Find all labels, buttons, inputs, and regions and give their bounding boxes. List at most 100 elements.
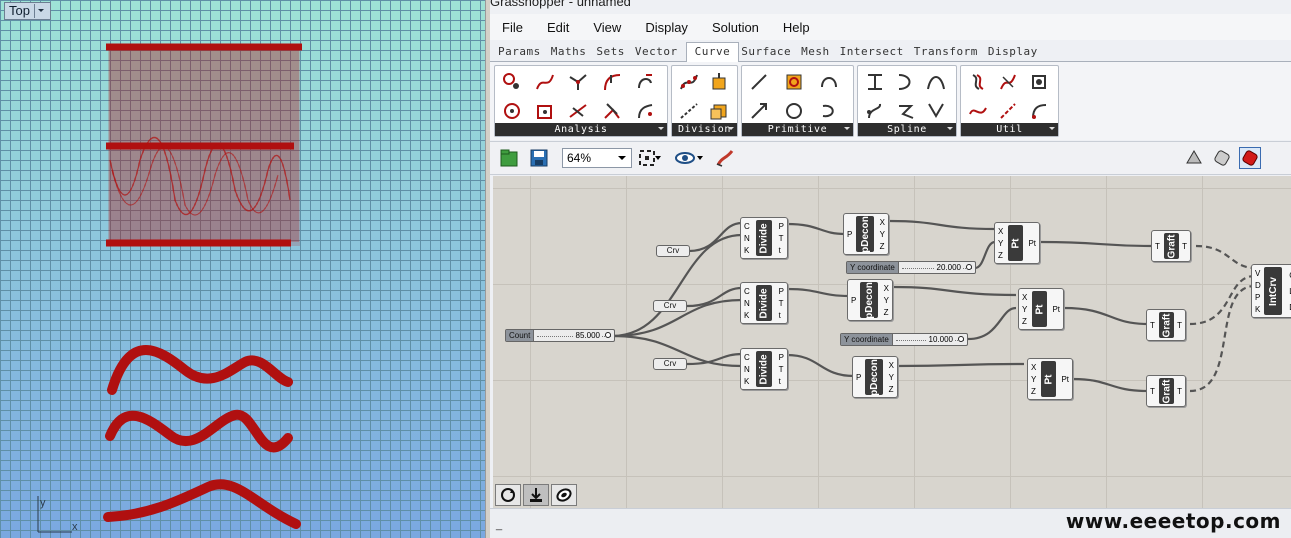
port-p[interactable]: P: [847, 230, 852, 239]
divide-component-3[interactable]: CNK Divide PTt: [740, 348, 788, 390]
pt-component-3[interactable]: XYZ Pt Pt: [1027, 358, 1073, 400]
port-k[interactable]: K: [744, 377, 750, 386]
menu-solution[interactable]: Solution: [712, 20, 759, 35]
port-t[interactable]: T: [1150, 321, 1155, 330]
line-icon[interactable]: [746, 69, 772, 95]
rhino-top-viewport[interactable]: Top y x: [0, 0, 485, 538]
circle-icon[interactable]: [781, 98, 807, 124]
tab-sets[interactable]: Sets: [594, 45, 633, 61]
divide-component-2[interactable]: CNK Divide PTt: [740, 282, 788, 324]
pdecon-component-3[interactable]: P pDecon XYZ: [852, 356, 898, 398]
port-n[interactable]: N: [744, 365, 750, 374]
tab-maths[interactable]: Maths: [549, 45, 595, 61]
port-t-param[interactable]: t: [779, 377, 784, 386]
tab-display[interactable]: Display: [986, 45, 1046, 61]
chevron-down-icon[interactable]: [695, 147, 705, 169]
port-z[interactable]: Z: [1022, 317, 1027, 326]
tab-vector[interactable]: Vector: [633, 45, 686, 61]
sketch-pen-icon[interactable]: [714, 147, 736, 169]
port-k[interactable]: K: [744, 311, 750, 320]
pt-component-2[interactable]: XYZ Pt Pt: [1018, 288, 1064, 330]
port-z[interactable]: Z: [880, 242, 885, 251]
port-t[interactable]: T: [779, 365, 784, 374]
nurbs-curve-icon[interactable]: [862, 69, 888, 95]
tab-surface[interactable]: Surface: [739, 45, 799, 61]
offset-curve-icon[interactable]: [965, 69, 991, 95]
intcrv-component[interactable]: VDPK IntCrv CLD: [1251, 264, 1291, 318]
pdecon-component-1[interactable]: P pDecon XYZ: [843, 213, 889, 255]
closest-point-icon[interactable]: [499, 98, 525, 124]
menu-help[interactable]: Help: [783, 20, 810, 35]
graft-component-1[interactable]: T Graft T: [1151, 230, 1191, 262]
polyline-icon[interactable]: [893, 98, 919, 124]
polygon-icon[interactable]: [781, 69, 807, 95]
preview-shaded-icon[interactable]: [1211, 147, 1233, 169]
port-y[interactable]: Y: [998, 239, 1003, 248]
explode-icon[interactable]: [1026, 69, 1052, 95]
port-z[interactable]: Z: [1031, 387, 1036, 396]
divide-length-icon[interactable]: [676, 98, 702, 124]
tab-transform[interactable]: Transform: [912, 45, 986, 61]
preview-eye-icon[interactable]: [674, 147, 696, 169]
tab-mesh[interactable]: Mesh: [799, 45, 838, 61]
chevron-down-icon[interactable]: [33, 4, 46, 18]
port-t-param[interactable]: t: [779, 311, 784, 320]
port-k[interactable]: K: [1255, 305, 1261, 314]
slider-knob[interactable]: [966, 264, 972, 270]
crv-param-2[interactable]: Crv: [653, 300, 687, 312]
contour-icon[interactable]: [706, 69, 732, 95]
port-y[interactable]: Y: [889, 373, 894, 382]
curve-length-icon[interactable]: [532, 69, 558, 95]
panel-label-analysis[interactable]: Analysis: [495, 123, 667, 136]
kinky-curve-icon[interactable]: [893, 69, 919, 95]
curve-discontinuity-icon[interactable]: [599, 98, 625, 124]
port-x[interactable]: X: [880, 218, 885, 227]
open-file-icon[interactable]: [498, 147, 520, 169]
preview-wireframe-icon[interactable]: [1183, 147, 1205, 169]
port-x[interactable]: X: [889, 361, 894, 370]
crv-param-1[interactable]: Crv: [656, 245, 690, 257]
evaluate-curve-icon[interactable]: [499, 69, 525, 95]
curve-curvature-icon[interactable]: [599, 69, 625, 95]
count-slider-track[interactable]: 85.000: [534, 330, 614, 341]
bezier-span-icon[interactable]: [923, 69, 949, 95]
flip-curve-icon[interactable]: [965, 98, 991, 124]
count-slider[interactable]: Count 85.000: [505, 329, 615, 342]
y-coordinate-slider-2[interactable]: Y coordinate 10.000: [840, 333, 968, 346]
port-c[interactable]: C: [744, 287, 750, 296]
graft-component-2[interactable]: T Graft T: [1146, 309, 1186, 341]
port-z[interactable]: Z: [884, 308, 889, 317]
port-n[interactable]: N: [744, 299, 750, 308]
crv-param-3[interactable]: Crv: [653, 358, 687, 370]
slider-knob[interactable]: [605, 332, 611, 338]
port-v[interactable]: V: [1255, 269, 1261, 278]
preview-selected-icon[interactable]: [1239, 147, 1261, 169]
grasshopper-canvas[interactable]: Count 85.000 Crv Crv Crv CNK Divide PTt …: [493, 176, 1291, 508]
port-k[interactable]: K: [744, 246, 750, 255]
curve-tangent-icon[interactable]: [565, 98, 591, 124]
port-z[interactable]: Z: [889, 385, 894, 394]
menu-file[interactable]: File: [502, 20, 523, 35]
fillet-icon[interactable]: [995, 69, 1021, 95]
divide-curve-icon[interactable]: [676, 69, 702, 95]
port-x[interactable]: X: [998, 227, 1003, 236]
menu-view[interactable]: View: [593, 20, 621, 35]
join-curves-icon[interactable]: [995, 98, 1021, 124]
port-x[interactable]: X: [1022, 293, 1027, 302]
port-t-param[interactable]: t: [779, 246, 784, 255]
interpolate-icon[interactable]: [862, 98, 888, 124]
graft-component-3[interactable]: T Graft T: [1146, 375, 1186, 407]
viewport-label[interactable]: Top: [4, 2, 51, 20]
divide-component-1[interactable]: CNK Divide PTt: [740, 217, 788, 259]
port-pt[interactable]: Pt: [1061, 375, 1069, 384]
y-slider-1-track[interactable]: 20.000: [899, 262, 975, 273]
port-z[interactable]: Z: [998, 251, 1003, 260]
chevron-down-icon[interactable]: [653, 147, 663, 169]
port-d[interactable]: D: [1255, 281, 1261, 290]
port-p[interactable]: P: [851, 296, 856, 305]
panel-label-primitive[interactable]: Primitive: [742, 123, 853, 136]
y-coordinate-slider-1[interactable]: Y coordinate 20.000: [846, 261, 976, 274]
port-n[interactable]: N: [744, 234, 750, 243]
port-y[interactable]: Y: [1031, 375, 1036, 384]
curve-frame-icon[interactable]: [565, 69, 591, 95]
